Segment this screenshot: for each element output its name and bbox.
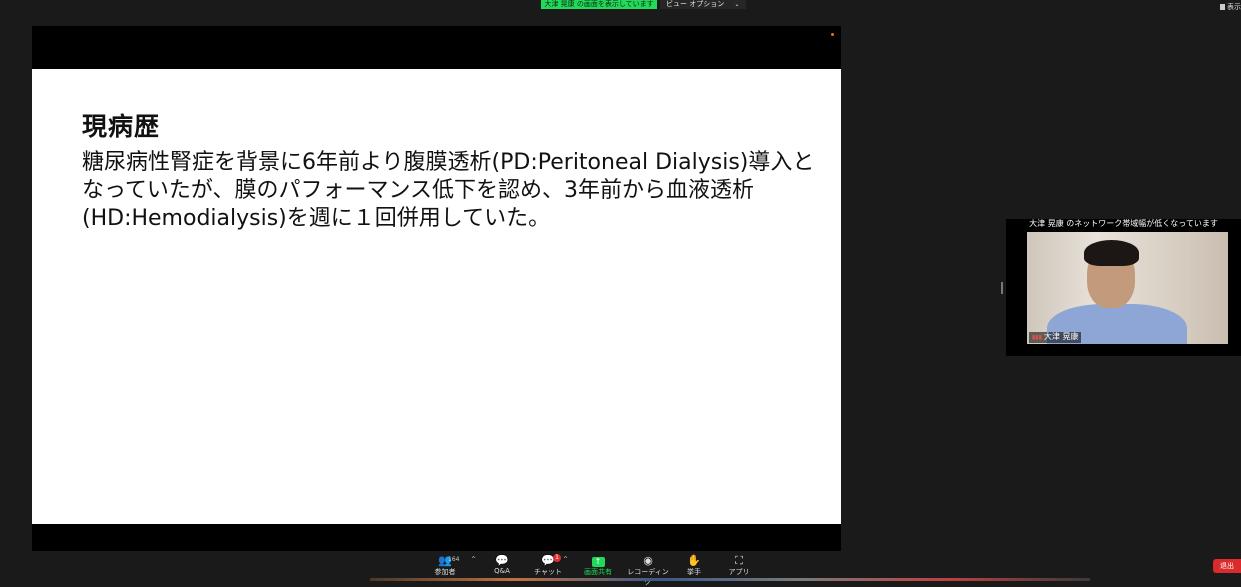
participant-video-panel[interactable]: 大津 晃康 のネットワーク帯域幅が低くなっています ▮▮▮ 大津 晃康 (1006, 219, 1241, 356)
recording-indicator-icon (831, 33, 834, 36)
chat-caret-up-icon[interactable]: ^ (563, 556, 568, 563)
participants-button[interactable]: 👥 164 参加者 (423, 554, 467, 577)
view-options-label: ビュー オプション (666, 0, 725, 8)
shared-screen: 現病歴 糖尿病性腎症を背景に6年前より腹膜透析(PD:Peritoneal Di… (32, 26, 841, 551)
participant-hair-image (1084, 240, 1139, 266)
chat-label: チャット (534, 568, 562, 576)
signal-strength-icon: ▮▮▮ (1032, 334, 1042, 341)
meeting-toolbar: 👥 164 参加者 ^ 💬 Q&A 💬 1 チャット ^ ↑ 画面共有 ◉ レコ… (0, 552, 1241, 586)
view-icon (1220, 4, 1225, 10)
panel-resize-handle[interactable] (1001, 282, 1003, 294)
apps-label: アプリ (728, 568, 750, 576)
raise-hand-label: 挙手 (687, 568, 701, 576)
network-warning: 大津 晃康 のネットワーク帯域幅が低くなっています (1029, 219, 1218, 228)
record-icon: ◉ (643, 554, 653, 567)
top-right-view-button[interactable]: 表示 (1220, 2, 1241, 12)
view-options-button[interactable]: ビュー オプション ⌄ (660, 0, 746, 9)
participant-name: 大津 晃康 (1043, 332, 1079, 341)
participants-label: 参加者 (434, 568, 456, 576)
apps-icon: ⛶ (735, 554, 743, 567)
share-screen-label: 画面共有 (584, 568, 612, 576)
qa-icon: 💬 (495, 554, 509, 567)
participants-caret-up-icon[interactable]: ^ (471, 556, 476, 563)
share-screen-button[interactable]: ↑ 画面共有 (576, 554, 620, 577)
participants-icon: 👥 (438, 554, 452, 567)
recording-button[interactable]: ◉ レコーディング (626, 554, 670, 587)
top-right-label: 表示 (1227, 3, 1241, 11)
chevron-down-icon: ⌄ (734, 1, 740, 8)
raise-hand-button[interactable]: ✋ 挙手 (672, 554, 716, 577)
presentation-slide: 現病歴 糖尿病性腎症を背景に6年前より腹膜透析(PD:Peritoneal Di… (32, 69, 841, 524)
participants-count: 164 (448, 556, 460, 563)
screen-share-banner: 大津 晃康 の画面を表示しています (541, 0, 657, 9)
recording-label: レコーディング (627, 568, 669, 586)
participant-video: ▮▮▮ 大津 晃康 (1027, 232, 1228, 344)
slide-body-text: 糖尿病性腎症を背景に6年前より腹膜透析(PD:Peritoneal Dialys… (82, 150, 815, 231)
qa-button[interactable]: 💬 Q&A (480, 554, 524, 575)
share-screen-icon: ↑ (591, 557, 605, 567)
hand-icon: ✋ (687, 554, 701, 567)
leave-button[interactable]: 退出 (1213, 559, 1241, 573)
qa-label: Q&A (494, 567, 510, 575)
participant-name-tag: ▮▮▮ 大津 晃康 (1029, 332, 1082, 343)
apps-button[interactable]: ⛶ アプリ (717, 554, 761, 577)
chat-unread-badge: 1 (553, 554, 561, 562)
slide-title: 現病歴 (82, 112, 161, 141)
